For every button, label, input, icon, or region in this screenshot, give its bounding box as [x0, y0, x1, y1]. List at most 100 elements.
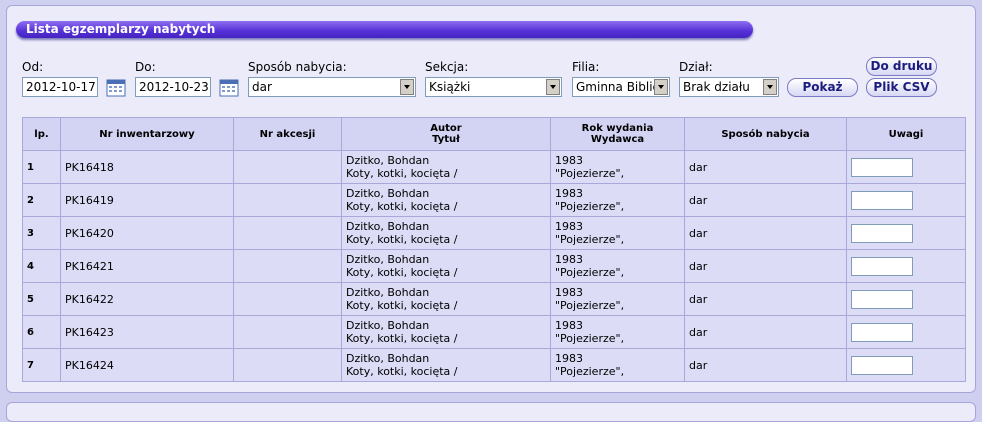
column-header-acquisition: Sposób nabycia [684, 117, 847, 151]
column-header-author-title: Autor Tytuł [341, 117, 551, 151]
lower-panel [6, 402, 976, 422]
accession-number [233, 249, 342, 283]
to-date-input[interactable]: 2012-10-23 [135, 77, 211, 97]
acquisition-method: dar [684, 183, 847, 217]
table-row: 4 PK16421 Dzitko, Bohdan Koty, kotki, koc… [22, 249, 966, 283]
column-header-notes: Uwagi [846, 117, 966, 151]
show-button[interactable]: Pokaż [787, 78, 858, 97]
table-header-row: lp. Nr inwentarzowy Nr akcesji Autor Tyt… [22, 117, 966, 151]
inventory-number: PK16420 [60, 216, 234, 250]
from-date-input[interactable]: 2012-10-17 [22, 77, 98, 97]
author-title-cell: Dzitko, Bohdan Koty, kotki, kocięta / [341, 183, 551, 217]
author-title-cell: Dzitko, Bohdan Koty, kotki, kocięta / [341, 348, 551, 382]
row-number: 1 [22, 150, 61, 184]
acquisitions-table: lp. Nr inwentarzowy Nr akcesji Autor Tyt… [22, 117, 966, 382]
row-number: 6 [22, 315, 61, 349]
section-select-value: Książki [429, 80, 471, 94]
column-header-accession: Nr akcesji [233, 117, 342, 151]
notes-input[interactable] [851, 322, 913, 342]
publisher: "Pojezierze", [555, 266, 625, 279]
chevron-down-icon[interactable] [546, 79, 560, 95]
notes-input[interactable] [851, 190, 913, 210]
year: 1983 [555, 187, 583, 200]
year: 1983 [555, 154, 583, 167]
author: Dzitko, Bohdan [346, 352, 430, 365]
author-title-cell: Dzitko, Bohdan Koty, kotki, kocięta / [341, 150, 551, 184]
notes-input[interactable] [851, 355, 913, 375]
section-select[interactable]: Książki [425, 77, 562, 97]
author-title-cell: Dzitko, Bohdan Koty, kotki, kocięta / [341, 282, 551, 316]
title: Koty, kotki, kocięta / [346, 200, 458, 213]
row-number: 7 [22, 348, 61, 382]
row-number: 2 [22, 183, 61, 217]
chevron-down-icon[interactable] [763, 79, 777, 95]
author: Dzitko, Bohdan [346, 286, 430, 299]
year: 1983 [555, 220, 583, 233]
inventory-number: PK16422 [60, 282, 234, 316]
inventory-number: PK16424 [60, 348, 234, 382]
year: 1983 [555, 352, 583, 365]
table-row: 5 PK16422 Dzitko, Bohdan Koty, kotki, koc… [22, 282, 966, 316]
publisher: "Pojezierze", [555, 365, 625, 378]
column-header-lp: lp. [22, 117, 61, 151]
branch-select-value: Gminna Biblic [576, 80, 660, 94]
row-number: 4 [22, 249, 61, 283]
print-button[interactable]: Do druku [866, 57, 937, 76]
column-header-year-publisher: Rok wydania Wydawca [550, 117, 685, 151]
acquisition-method: dar [684, 216, 847, 250]
notes-input[interactable] [851, 157, 913, 177]
notes-input[interactable] [851, 289, 913, 309]
notes-input[interactable] [851, 223, 913, 243]
table-row: 1 PK16418 Dzitko, Bohdan Koty, kotki, koc… [22, 150, 966, 184]
accession-number [233, 150, 342, 184]
acquisition-method: dar [684, 315, 847, 349]
branch-select[interactable]: Gminna Biblic [572, 77, 670, 97]
notes-cell [846, 315, 966, 349]
row-number: 3 [22, 216, 61, 250]
calendar-icon[interactable] [219, 77, 239, 97]
from-label: Od: [22, 60, 44, 74]
branch-label: Filia: [572, 60, 600, 74]
row-number: 5 [22, 282, 61, 316]
chevron-down-icon[interactable] [654, 79, 668, 95]
title: Koty, kotki, kocięta / [346, 299, 458, 312]
table-row: 7 PK16424 Dzitko, Bohdan Koty, kotki, koc… [22, 348, 966, 382]
inventory-number: PK16421 [60, 249, 234, 283]
csv-export-button[interactable]: Plik CSV [866, 78, 937, 97]
inventory-number: PK16418 [60, 150, 234, 184]
accession-number [233, 348, 342, 382]
section-label: Sekcja: [425, 60, 469, 74]
column-header-title: Tytuł [432, 134, 460, 145]
year-publisher-cell: 1983 "Pojezierze", [550, 282, 685, 316]
table-row: 6 PK16423 Dzitko, Bohdan Koty, kotki, koc… [22, 315, 966, 349]
title: Koty, kotki, kocięta / [346, 266, 458, 279]
chevron-down-icon[interactable] [400, 79, 414, 95]
title: Koty, kotki, kocięta / [346, 332, 458, 345]
author: Dzitko, Bohdan [346, 154, 430, 167]
year-publisher-cell: 1983 "Pojezierze", [550, 315, 685, 349]
notes-cell [846, 183, 966, 217]
acquisition-method: dar [684, 348, 847, 382]
acquisition-select[interactable]: dar [248, 77, 416, 97]
year-publisher-cell: 1983 "Pojezierze", [550, 249, 685, 283]
acquisition-label: Sposób nabycia: [248, 60, 347, 74]
year-publisher-cell: 1983 "Pojezierze", [550, 348, 685, 382]
year-publisher-cell: 1983 "Pojezierze", [550, 216, 685, 250]
column-header-inventory: Nr inwentarzowy [60, 117, 234, 151]
calendar-icon[interactable] [106, 77, 126, 97]
department-label: Dział: [679, 60, 713, 74]
panel-title: Lista egzemplarzy nabytych [16, 21, 753, 38]
author-title-cell: Dzitko, Bohdan Koty, kotki, kocięta / [341, 249, 551, 283]
title: Koty, kotki, kocięta / [346, 167, 458, 180]
department-select[interactable]: Brak działu [679, 77, 779, 97]
accession-number [233, 282, 342, 316]
author: Dzitko, Bohdan [346, 253, 430, 266]
publisher: "Pojezierze", [555, 299, 625, 312]
notes-cell [846, 150, 966, 184]
notes-input[interactable] [851, 256, 913, 276]
author: Dzitko, Bohdan [346, 220, 430, 233]
accession-number [233, 315, 342, 349]
author-title-cell: Dzitko, Bohdan Koty, kotki, kocięta / [341, 216, 551, 250]
department-select-value: Brak działu [683, 80, 750, 94]
column-header-publisher: Wydawca [590, 134, 645, 145]
